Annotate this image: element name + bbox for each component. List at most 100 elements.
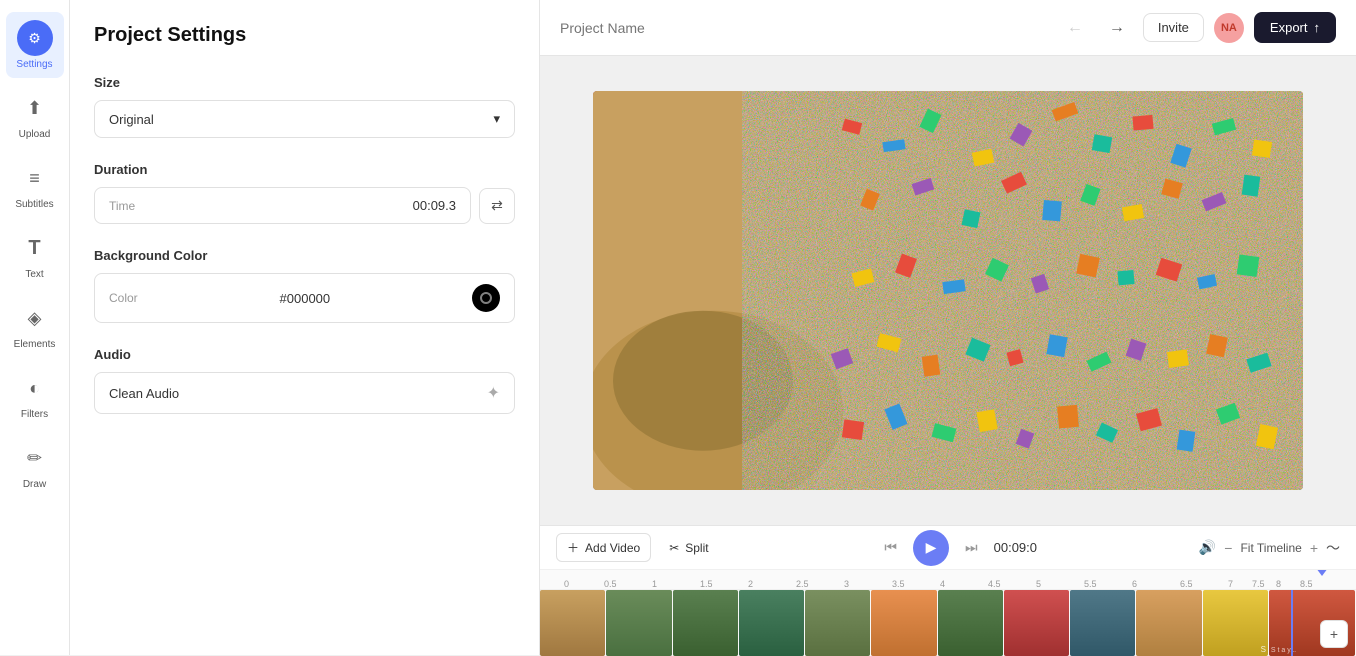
duration-section: Duration Time 00:09.3 ⇄ (94, 162, 515, 224)
duration-value: 00:09.3 (413, 198, 456, 213)
ruler-mark-35: 3.5 (892, 579, 905, 589)
sidebar-item-label: Upload (19, 129, 51, 140)
ruler-mark-4: 4 (940, 579, 945, 589)
ruler-mark-55: 5.5 (1084, 579, 1097, 589)
color-swatch-button[interactable] (472, 284, 500, 312)
timeline-left-controls: ＋ Add Video ✂ Split (556, 533, 719, 562)
sidebar-item-draw[interactable]: ✏ Draw (6, 432, 64, 498)
audio-value: Clean Audio (109, 386, 179, 401)
play-button[interactable]: ▶ (913, 530, 949, 566)
subtitles-icon: ≡ (17, 160, 53, 196)
ruler-mark-1: 1 (652, 579, 657, 589)
sidebar-item-filters[interactable]: ◐ Filters (6, 362, 64, 428)
swap-icon: ⇄ (491, 197, 503, 214)
size-section: Size Original ▾ (94, 75, 515, 138)
playhead-indicator (1316, 570, 1328, 576)
invite-label: Invite (1158, 20, 1189, 35)
rewind-button[interactable]: ⏮ (880, 535, 901, 560)
timeline-center-controls: ⏮ ▶ ⏭ 00:09:0 (731, 530, 1187, 566)
export-icon: ↑ (1314, 20, 1321, 35)
add-track-button[interactable]: + (1320, 620, 1348, 648)
video-thumbnail (593, 91, 1303, 490)
settings-panel: Project Settings Size Original ▾ Duratio… (70, 0, 540, 655)
sidebar-item-elements[interactable]: ◈ Elements (6, 292, 64, 358)
thumb-segment-2 (606, 590, 671, 656)
upload-icon: ⬆ (17, 90, 53, 126)
ruler-mark-6: 6 (1132, 579, 1137, 589)
video-preview-area (540, 56, 1356, 525)
ruler-mark-15: 1.5 (700, 579, 713, 589)
export-button[interactable]: Export ↑ (1254, 12, 1336, 43)
color-swatch-inner (480, 292, 492, 304)
ruler-mark-7: 7 (1228, 579, 1233, 589)
thumb-segment-7 (938, 590, 1003, 656)
invite-button[interactable]: Invite (1143, 13, 1204, 42)
thumb-segment-11: S (1203, 590, 1268, 656)
main-area: ← → Invite NA Export ↑ (540, 0, 1356, 655)
avatar: NA (1214, 13, 1244, 43)
audio-label: Audio (94, 347, 515, 362)
size-select[interactable]: Original ▾ (94, 100, 515, 138)
sidebar-item-subtitles[interactable]: ≡ Subtitles (6, 152, 64, 218)
thumb-segment-9 (1070, 590, 1135, 656)
plus-icon: ＋ (567, 539, 579, 556)
settings-icon: ⚙ (17, 20, 53, 56)
ruler-mark-3: 3 (844, 579, 849, 589)
duration-field-label: Time (109, 199, 135, 213)
color-row: Color #000000 (94, 273, 515, 323)
top-bar: ← → Invite NA Export ↑ (540, 0, 1356, 56)
sidebar-item-settings[interactable]: ⚙ Settings (6, 12, 64, 78)
ruler-mark-8: 8 (1276, 579, 1281, 589)
project-name-input[interactable] (560, 20, 1047, 36)
playhead-line (1291, 590, 1293, 656)
ruler-mark-45: 4.5 (988, 579, 1001, 589)
ruler-mark-5: 5 (1036, 579, 1041, 589)
duration-row: Time 00:09.3 ⇄ (94, 187, 515, 224)
swap-direction-button[interactable]: ⇄ (479, 188, 515, 224)
ruler-mark-05: 0.5 (604, 579, 617, 589)
timeline-strip: S S t a y... + (540, 590, 1356, 656)
elements-icon: ◈ (17, 300, 53, 336)
audio-field[interactable]: Clean Audio ✦ (94, 372, 515, 414)
sidebar-item-upload[interactable]: ⬆ Upload (6, 82, 64, 148)
timeline-right-controls: 🔊 − Fit Timeline + 〜 (1199, 538, 1340, 558)
audio-section: Audio Clean Audio ✦ (94, 347, 515, 414)
redo-button[interactable]: → (1101, 12, 1133, 44)
thumb-segment-10 (1136, 590, 1201, 656)
timeline-ruler: 0 0.5 1 1.5 2 2.5 3 3.5 4 4.5 5 5.5 6 6.… (540, 570, 1356, 590)
zoom-plus-icon: + (1310, 540, 1318, 556)
bg-color-label: Background Color (94, 248, 515, 263)
color-hex-value: #000000 (280, 291, 331, 306)
video-mosaic (593, 91, 1303, 490)
zoom-label: Fit Timeline (1240, 541, 1301, 555)
undo-button[interactable]: ← (1059, 12, 1091, 44)
sparkle-icon: ✦ (487, 383, 500, 403)
sidebar-item-label: Settings (16, 59, 52, 70)
thumb-segment-4 (739, 590, 804, 656)
icon-sidebar: ⚙ Settings ⬆ Upload ≡ Subtitles T Text ◈… (0, 0, 70, 655)
duration-label: Duration (94, 162, 515, 177)
fast-forward-button[interactable]: ⏭ (961, 535, 982, 560)
video-frame (593, 91, 1303, 490)
sidebar-item-label: Elements (14, 339, 56, 350)
ruler-mark-2: 2 (748, 579, 753, 589)
settings-title: Project Settings (94, 24, 515, 47)
duration-input[interactable]: Time 00:09.3 (94, 187, 471, 224)
split-label: Split (685, 541, 708, 555)
draw-icon: ✏ (17, 440, 53, 476)
ruler-mark-85: 8.5 (1300, 579, 1313, 589)
thumb-segment-6 (871, 590, 936, 656)
sidebar-item-label: Filters (21, 409, 48, 420)
ruler-mark-0: 0 (564, 579, 569, 589)
export-label: Export (1270, 20, 1308, 35)
add-video-button[interactable]: ＋ Add Video (556, 533, 651, 562)
text-icon: T (17, 230, 53, 266)
sidebar-item-text[interactable]: T Text (6, 222, 64, 288)
volume-button[interactable]: 🔊 (1199, 539, 1216, 556)
split-button[interactable]: ✂ Split (659, 536, 718, 560)
timeline-area: ＋ Add Video ✂ Split ⏮ ▶ ⏭ 00:09:0 🔊 − Fi… (540, 525, 1356, 655)
add-video-label: Add Video (585, 541, 640, 555)
sidebar-item-label: Subtitles (15, 199, 53, 210)
ruler-mark-75: 7.5 (1252, 579, 1265, 589)
waveform-button[interactable]: 〜 (1326, 538, 1340, 558)
